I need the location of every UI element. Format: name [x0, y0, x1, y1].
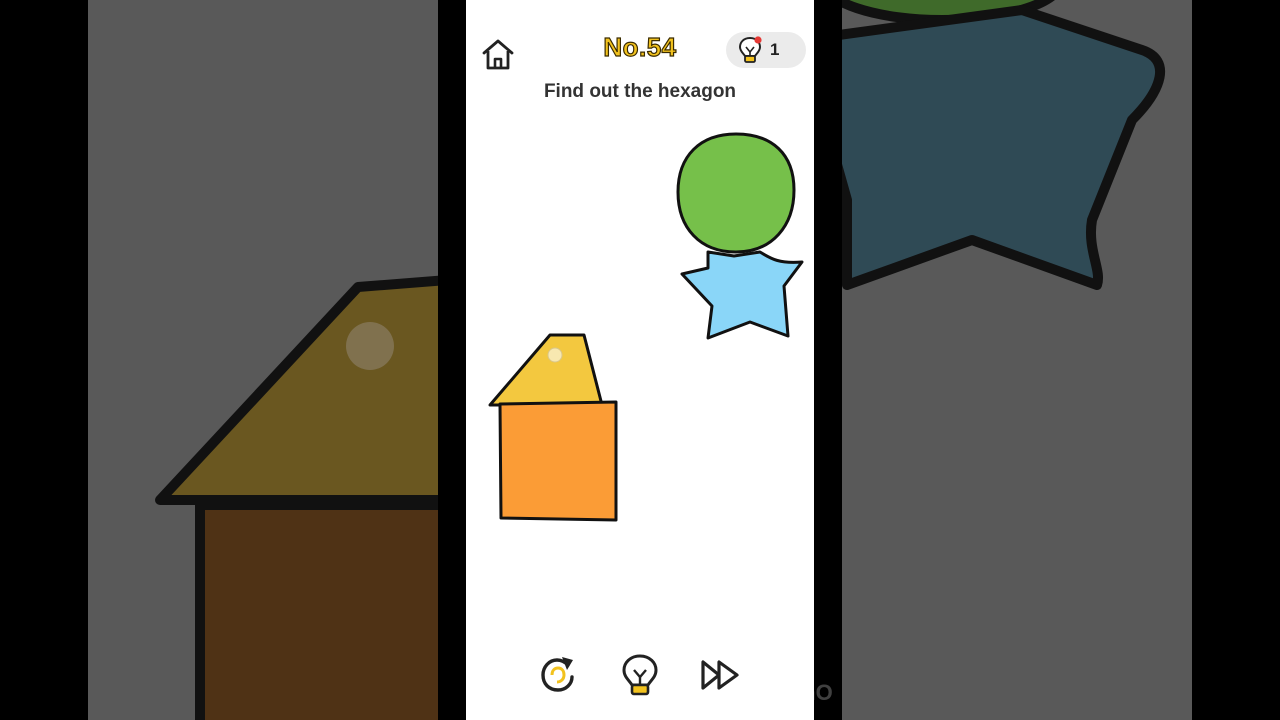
restart-button[interactable]: [538, 652, 582, 698]
background-right-panel: [842, 0, 1192, 720]
green-circle-shape[interactable]: [674, 130, 798, 256]
background-right-art: [842, 0, 1165, 290]
game-screen: No.54 1 Find out the hexagon: [466, 0, 814, 720]
notification-dot: [754, 36, 762, 44]
lightbulb-icon: [738, 36, 762, 63]
hint-count: 1: [770, 40, 780, 59]
restart-icon: [541, 657, 574, 692]
watermark-text: InShO: [768, 680, 833, 705]
tap-indicator: [547, 347, 563, 363]
skip-button[interactable]: [698, 652, 742, 698]
orange-square-shape[interactable]: [496, 398, 620, 524]
lightbulb-icon: [622, 654, 658, 696]
fast-forward-icon: [701, 660, 739, 690]
background-left-art: [155, 275, 438, 720]
blue-star-shape[interactable]: [678, 248, 806, 342]
instruction-text: Find out the hexagon: [543, 81, 737, 102]
hint-button[interactable]: [618, 652, 662, 698]
hint-counter-button[interactable]: 1: [726, 32, 806, 68]
background-left-panel: [88, 0, 438, 720]
